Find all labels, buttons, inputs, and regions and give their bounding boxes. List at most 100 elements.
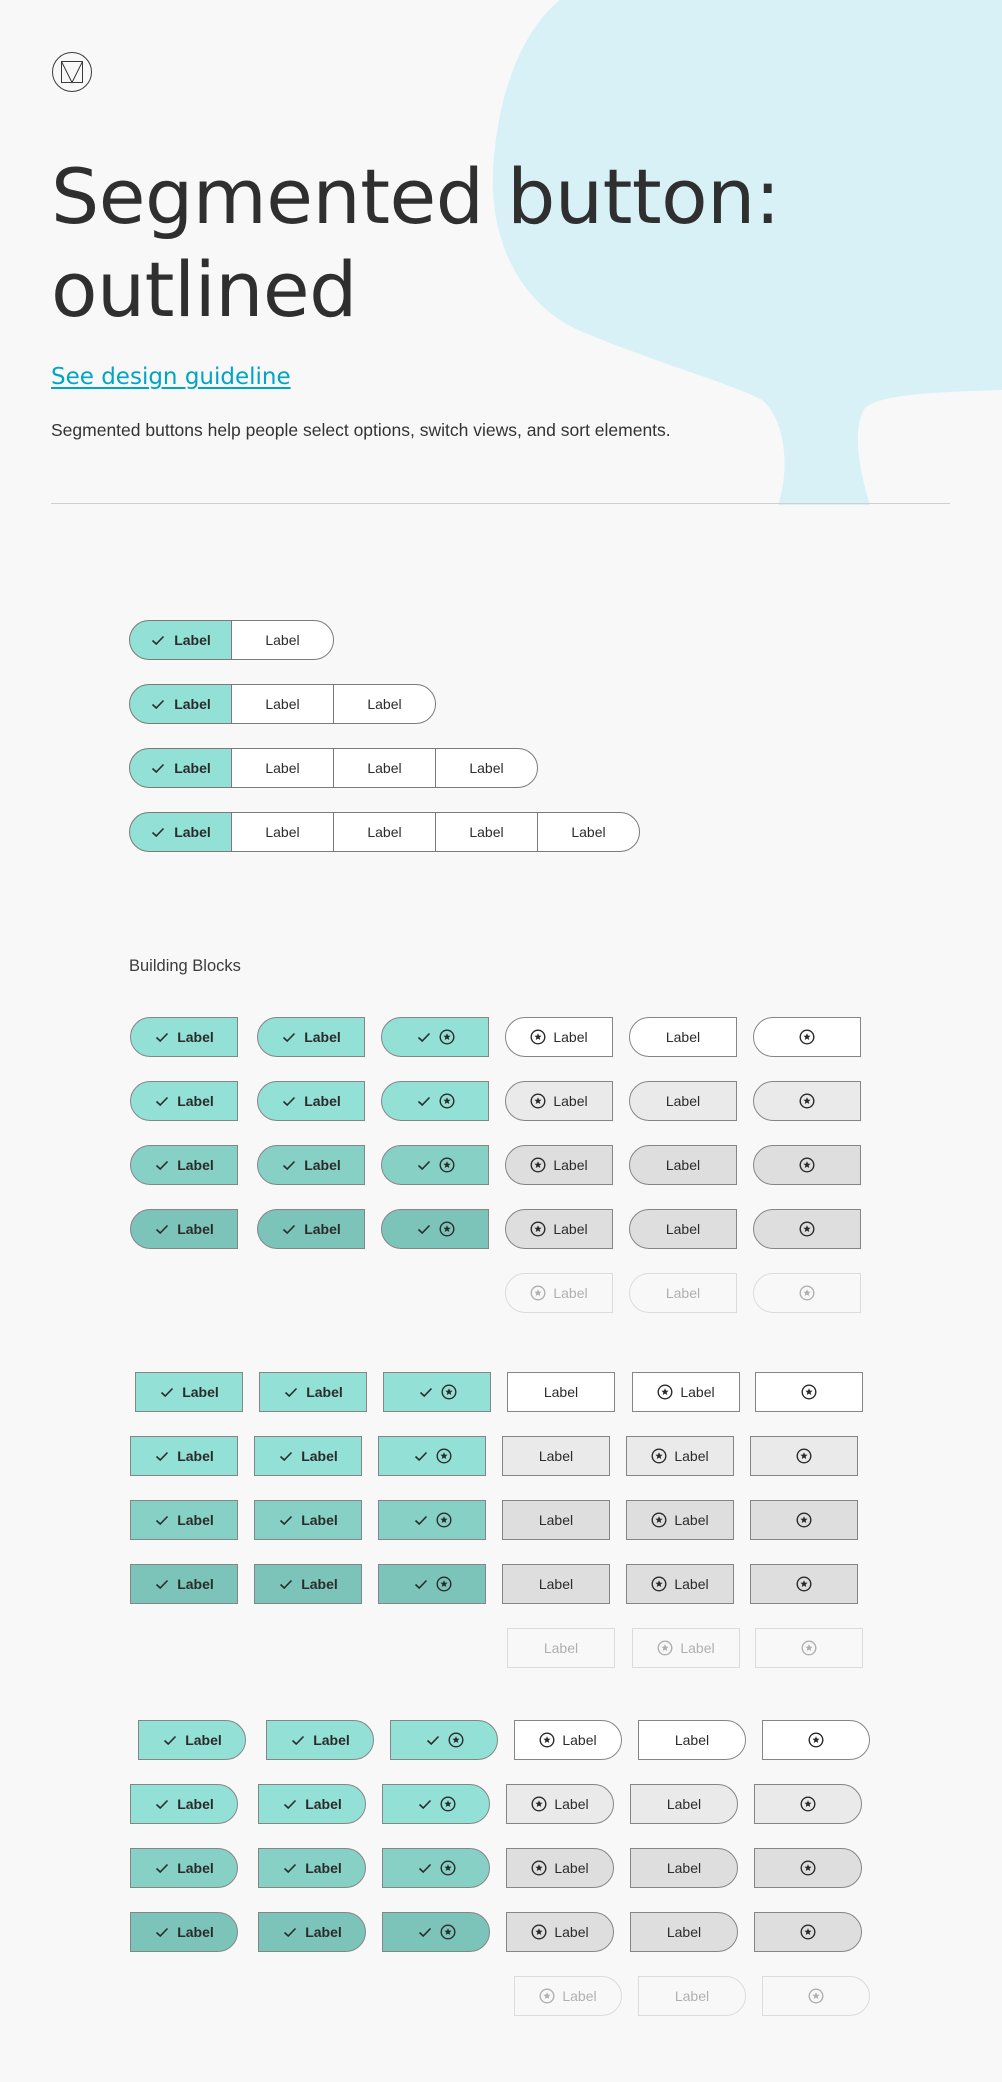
middle-segment-hovered-unselected-icon-button[interactable] (750, 1436, 858, 1476)
segment[interactable]: Label (333, 684, 436, 724)
middle-segment-enabled-selected-check-label-button[interactable]: Label (135, 1372, 243, 1412)
right-segment-focused-unselected-icon-label-button[interactable]: Label (506, 1848, 614, 1888)
middle-segment-hovered-selected-check-label-button[interactable]: Label (254, 1436, 362, 1476)
right-segment-enabled-unselected-icon-button[interactable] (762, 1720, 870, 1760)
middle-segment-pressed-unselected-icon-button[interactable] (750, 1564, 858, 1604)
left-segment-pressed-selected-check-icon-button[interactable] (381, 1209, 489, 1249)
right-segment-hovered-selected-check-label-button[interactable]: Label (130, 1784, 238, 1824)
star-circle-icon (435, 1512, 452, 1528)
middle-segment-pressed-selected-check-icon-button[interactable] (378, 1564, 486, 1604)
right-segment-focused-selected-check-icon-button[interactable] (382, 1848, 490, 1888)
left-segment-focused-selected-check-label-button[interactable]: Label (130, 1145, 238, 1185)
design-guideline-link[interactable]: See design guideline (51, 364, 291, 390)
segment[interactable]: Label (231, 620, 334, 660)
check-icon (290, 1732, 306, 1748)
left-segment-pressed-selected-check-label-button[interactable]: Label (130, 1209, 238, 1249)
right-segment-focused-selected-check-label-button[interactable]: Label (258, 1848, 366, 1888)
middle-segment-hovered-selected-check-icon-button[interactable] (378, 1436, 486, 1476)
left-segment-disabled-unselected-label-button: Label (629, 1273, 737, 1313)
middle-segment-enabled-unselected-icon-label-button[interactable]: Label (632, 1372, 740, 1412)
middle-segment-pressed-unselected-icon-label-button[interactable]: Label (626, 1564, 734, 1604)
left-segment-hovered-selected-check-icon-button[interactable] (381, 1081, 489, 1121)
middle-segment-hovered-unselected-icon-label-button[interactable]: Label (626, 1436, 734, 1476)
left-segment-enabled-selected-check-label-button[interactable]: Label (257, 1017, 365, 1057)
right-segment-focused-unselected-label-button[interactable]: Label (630, 1848, 738, 1888)
right-segment-hovered-unselected-icon-button[interactable] (754, 1784, 862, 1824)
segment[interactable]: Label (333, 812, 436, 852)
middle-segment-focused-selected-check-label-button[interactable]: Label (254, 1500, 362, 1540)
right-segment-enabled-unselected-icon-label-button[interactable]: Label (514, 1720, 622, 1760)
segment[interactable]: Label (333, 748, 436, 788)
left-segment-enabled-unselected-label-button[interactable]: Label (629, 1017, 737, 1057)
right-segment-hovered-unselected-icon-label-button[interactable]: Label (506, 1784, 614, 1824)
middle-segment-focused-unselected-label-button[interactable]: Label (502, 1500, 610, 1540)
middle-segment-pressed-selected-check-label-button[interactable]: Label (130, 1564, 238, 1604)
left-segment-hovered-unselected-icon-label-button[interactable]: Label (505, 1081, 613, 1121)
middle-segment-focused-selected-check-label-button[interactable]: Label (130, 1500, 238, 1540)
segment-selected[interactable]: Label (129, 684, 232, 724)
segment[interactable]: Label (435, 812, 538, 852)
segment-selected[interactable]: Label (129, 812, 232, 852)
middle-segment-enabled-unselected-label-button[interactable]: Label (507, 1372, 615, 1412)
right-segment-enabled-selected-check-label-button[interactable]: Label (266, 1720, 374, 1760)
left-segment-enabled-unselected-icon-button[interactable] (753, 1017, 861, 1057)
button-label: Label (538, 1448, 574, 1464)
middle-segment-enabled-selected-check-label-button[interactable]: Label (259, 1372, 367, 1412)
right-segment-pressed-selected-check-label-button[interactable]: Label (258, 1912, 366, 1952)
material-logo-icon[interactable] (51, 51, 93, 93)
right-segment-focused-selected-check-label-button[interactable]: Label (130, 1848, 238, 1888)
left-segment-pressed-unselected-icon-button[interactable] (753, 1209, 861, 1249)
right-segment-pressed-unselected-icon-button[interactable] (754, 1912, 862, 1952)
segment-selected[interactable]: Label (129, 620, 232, 660)
right-segment-focused-unselected-icon-button[interactable] (754, 1848, 862, 1888)
right-segment-pressed-selected-check-icon-button[interactable] (382, 1912, 490, 1952)
middle-segment-hovered-unselected-label-button[interactable]: Label (502, 1436, 610, 1476)
right-segment-enabled-selected-check-icon-button[interactable] (390, 1720, 498, 1760)
segment[interactable]: Label (537, 812, 640, 852)
right-segment-hovered-selected-check-label-button[interactable]: Label (258, 1784, 366, 1824)
left-segment-pressed-unselected-icon-label-button[interactable]: Label (505, 1209, 613, 1249)
right-segment-hovered-selected-check-icon-button[interactable] (382, 1784, 490, 1824)
middle-segment-enabled-selected-check-icon-button[interactable] (383, 1372, 491, 1412)
left-segment-hovered-unselected-label-button[interactable]: Label (629, 1081, 737, 1121)
middle-segment-pressed-selected-check-label-button[interactable]: Label (254, 1564, 362, 1604)
middle-segment-hovered-selected-check-label-button[interactable]: Label (130, 1436, 238, 1476)
segment-selected[interactable]: Label (129, 748, 232, 788)
segment[interactable]: Label (231, 748, 334, 788)
button-label: Label (177, 1221, 214, 1237)
button-label: Label (665, 1029, 701, 1045)
left-segment-focused-selected-check-icon-button[interactable] (381, 1145, 489, 1185)
left-segment-pressed-selected-check-label-button[interactable]: Label (257, 1209, 365, 1249)
check-icon (154, 1512, 170, 1528)
left-segment-hovered-selected-check-label-button[interactable]: Label (257, 1081, 365, 1121)
left-segment-focused-unselected-icon-label-button[interactable]: Label (505, 1145, 613, 1185)
right-segment-pressed-unselected-icon-label-button[interactable]: Label (506, 1912, 614, 1952)
left-segment-enabled-selected-check-label-button[interactable]: Label (130, 1017, 238, 1057)
star-circle-icon (539, 1988, 555, 2004)
right-segment-enabled-unselected-label-button[interactable]: Label (638, 1720, 746, 1760)
middle-segment-pressed-unselected-label-button[interactable]: Label (502, 1564, 610, 1604)
right-segment-hovered-unselected-label-button[interactable]: Label (630, 1784, 738, 1824)
right-segment-enabled-selected-check-label-button[interactable]: Label (138, 1720, 246, 1760)
left-segment-focused-unselected-icon-button[interactable] (753, 1145, 861, 1185)
segment[interactable]: Label (231, 812, 334, 852)
star-circle-icon (531, 1860, 547, 1876)
segment[interactable]: Label (231, 684, 334, 724)
right-segment-pressed-selected-check-label-button[interactable]: Label (130, 1912, 238, 1952)
middle-segment-enabled-unselected-icon-button[interactable] (755, 1372, 863, 1412)
left-segment-enabled-unselected-icon-label-button[interactable]: Label (505, 1017, 613, 1057)
left-segment-disabled-unselected-icon-button (753, 1273, 861, 1313)
left-segment-enabled-selected-check-icon-button[interactable] (381, 1017, 489, 1057)
right-segment-pressed-unselected-label-button[interactable]: Label (630, 1912, 738, 1952)
check-icon (154, 1576, 170, 1592)
left-segment-focused-selected-check-label-button[interactable]: Label (257, 1145, 365, 1185)
segment[interactable]: Label (435, 748, 538, 788)
middle-segment-focused-selected-check-icon-button[interactable] (378, 1500, 486, 1540)
left-segment-focused-unselected-label-button[interactable]: Label (629, 1145, 737, 1185)
left-segment-hovered-unselected-icon-button[interactable] (753, 1081, 861, 1121)
check-icon (416, 1221, 432, 1237)
middle-segment-focused-unselected-icon-label-button[interactable]: Label (626, 1500, 734, 1540)
left-segment-pressed-unselected-label-button[interactable]: Label (629, 1209, 737, 1249)
middle-segment-focused-unselected-icon-button[interactable] (750, 1500, 858, 1540)
left-segment-hovered-selected-check-label-button[interactable]: Label (130, 1081, 238, 1121)
